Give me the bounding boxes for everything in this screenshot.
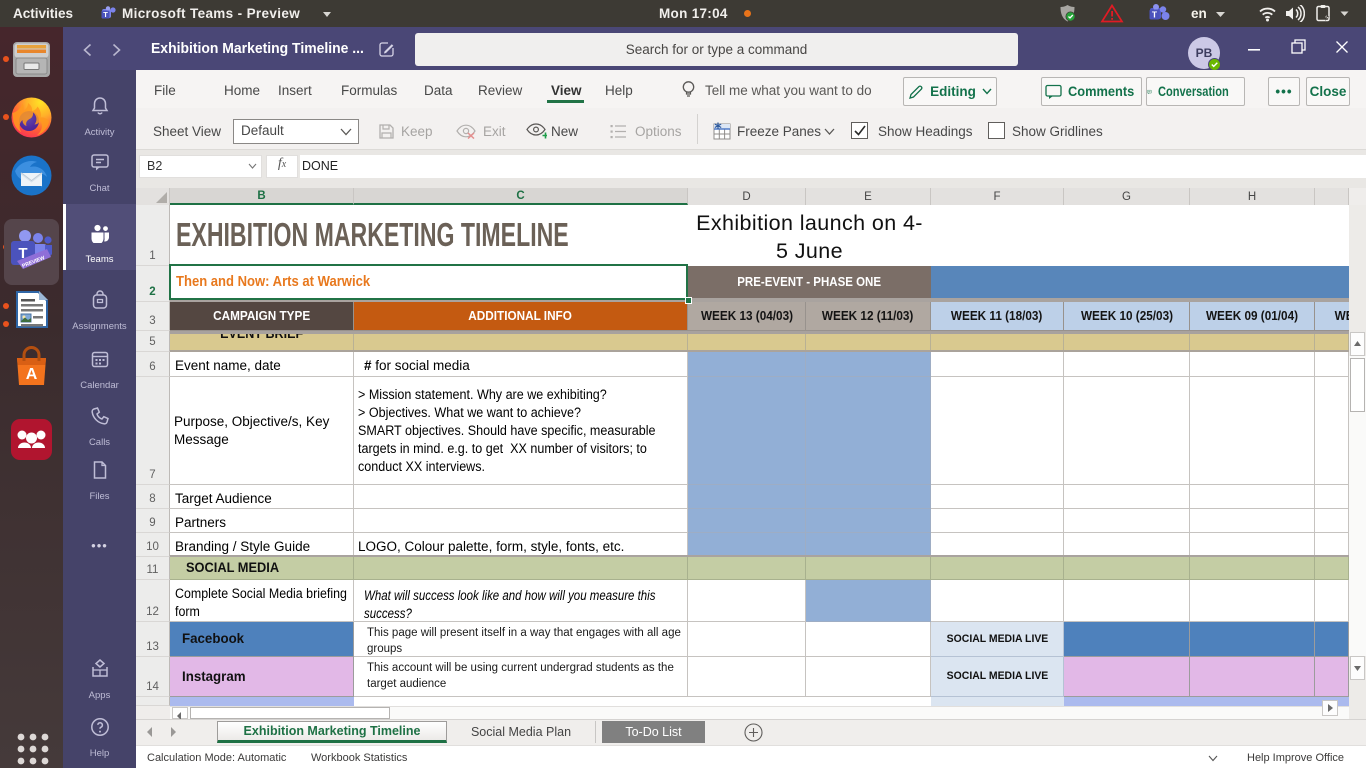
- svg-text:T: T: [103, 10, 108, 19]
- svg-text:T: T: [1152, 10, 1158, 20]
- svg-text:A: A: [26, 366, 38, 383]
